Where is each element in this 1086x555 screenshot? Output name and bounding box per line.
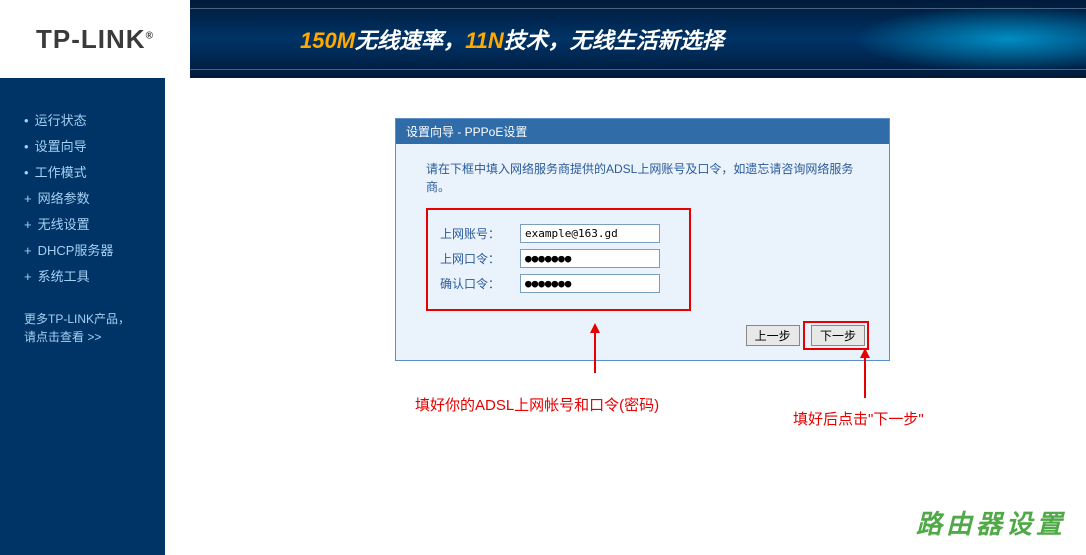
logo-area: TP-LINK®	[0, 0, 190, 78]
logo-text: TP-LINK®	[36, 24, 154, 55]
sidebar-more: 更多TP-LINK产品， 请点击查看 >>	[0, 290, 155, 346]
side-border	[155, 78, 165, 555]
wizard-title: 设置向导 - PPPoE设置	[396, 119, 889, 144]
annotation-next: 填好后点击"下一步"	[793, 408, 924, 429]
sidebar-more-link[interactable]: 请点击查看 >>	[24, 328, 155, 346]
input-password[interactable]	[520, 249, 660, 268]
wizard-instruction: 请在下框中填入网络服务商提供的ADSL上网账号及口令，如遗忘请咨询网络服务商。	[426, 160, 869, 196]
sidebar-item-system[interactable]: 系统工具	[0, 264, 155, 290]
input-account[interactable]	[520, 224, 660, 243]
sidebar-item-status[interactable]: 运行状态	[0, 108, 155, 134]
form-highlight-box: 上网账号： 上网口令： 确认口令：	[426, 208, 691, 311]
wizard-panel: 设置向导 - PPPoE设置 请在下框中填入网络服务商提供的ADSL上网账号及口…	[395, 118, 890, 361]
content: 设置向导 - PPPoE设置 请在下框中填入网络服务商提供的ADSL上网账号及口…	[165, 78, 1086, 555]
arrow-to-next	[850, 348, 880, 403]
sidebar: 运行状态 设置向导 工作模式 网络参数 无线设置 DHCP服务器 系统工具 更多…	[0, 78, 155, 555]
row-account: 上网账号：	[440, 224, 677, 243]
next-button[interactable]: 下一步	[811, 325, 865, 346]
label-account: 上网账号：	[440, 225, 520, 242]
sidebar-item-dhcp[interactable]: DHCP服务器	[0, 238, 155, 264]
sidebar-item-wizard[interactable]: 设置向导	[0, 134, 155, 160]
banner: 150M 无线速率， 11N 技术，无线生活新选择	[190, 0, 1086, 78]
wizard-buttons: 上一步 下一步	[426, 311, 869, 350]
input-confirm[interactable]	[520, 274, 660, 293]
sidebar-item-wireless[interactable]: 无线设置	[0, 212, 155, 238]
background-watermark: 路由器设置	[916, 504, 1066, 541]
arrow-to-form	[580, 323, 610, 378]
wizard-body: 请在下框中填入网络服务商提供的ADSL上网账号及口令，如遗忘请咨询网络服务商。 …	[396, 144, 889, 360]
sidebar-item-workmode[interactable]: 工作模式	[0, 160, 155, 186]
prev-button[interactable]: 上一步	[746, 325, 800, 346]
row-confirm: 确认口令：	[440, 274, 677, 293]
header: TP-LINK® 150M 无线速率， 11N 技术，无线生活新选择	[0, 0, 1086, 78]
annotation-form: 填好你的ADSL上网帐号和口令(密码)	[415, 394, 659, 415]
label-password: 上网口令：	[440, 250, 520, 267]
label-confirm: 确认口令：	[440, 275, 520, 292]
banner-text: 150M 无线速率， 11N 技术，无线生活新选择	[300, 23, 724, 55]
main-area: 运行状态 设置向导 工作模式 网络参数 无线设置 DHCP服务器 系统工具 更多…	[0, 78, 1086, 555]
next-highlight: 下一步	[803, 321, 869, 350]
row-password: 上网口令：	[440, 249, 677, 268]
sidebar-item-network[interactable]: 网络参数	[0, 186, 155, 212]
